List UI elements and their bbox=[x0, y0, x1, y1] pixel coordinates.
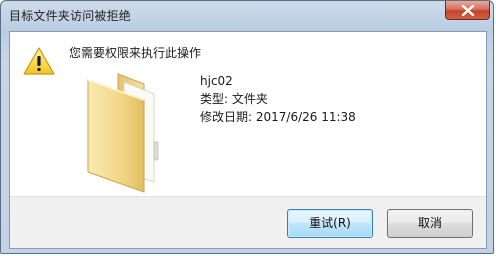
button-bar: 重试(R) 取消 bbox=[10, 196, 486, 248]
dialog-window: 目标文件夹访问被拒绝 您需要权限来执行此操作 hjc02 类型: 文件夹 修改日… bbox=[0, 0, 494, 254]
close-button[interactable] bbox=[445, 1, 490, 20]
folder-icon bbox=[87, 73, 159, 193]
item-details: hjc02 类型: 文件夹 修改日期: 2017/6/26 11:38 bbox=[200, 72, 356, 126]
title-bar[interactable]: 目标文件夹访问被拒绝 bbox=[1, 1, 495, 31]
warning-icon bbox=[23, 47, 55, 75]
dialog-body: 您需要权限来执行此操作 hjc02 类型: 文件夹 修改日期: 2017/6/2… bbox=[9, 31, 487, 249]
close-icon bbox=[461, 5, 475, 16]
item-name: hjc02 bbox=[200, 74, 233, 88]
content-area: 您需要权限来执行此操作 hjc02 类型: 文件夹 修改日期: 2017/6/2… bbox=[10, 32, 486, 196]
cancel-button[interactable]: 取消 bbox=[387, 209, 473, 238]
item-type: 类型: 文件夹 bbox=[200, 92, 268, 106]
retry-button[interactable]: 重试(R) bbox=[287, 209, 373, 238]
permission-message: 您需要权限来执行此操作 bbox=[69, 46, 202, 60]
item-modified-date: 修改日期: 2017/6/26 11:38 bbox=[200, 110, 356, 124]
window-title: 目标文件夹访问被拒绝 bbox=[9, 9, 132, 23]
